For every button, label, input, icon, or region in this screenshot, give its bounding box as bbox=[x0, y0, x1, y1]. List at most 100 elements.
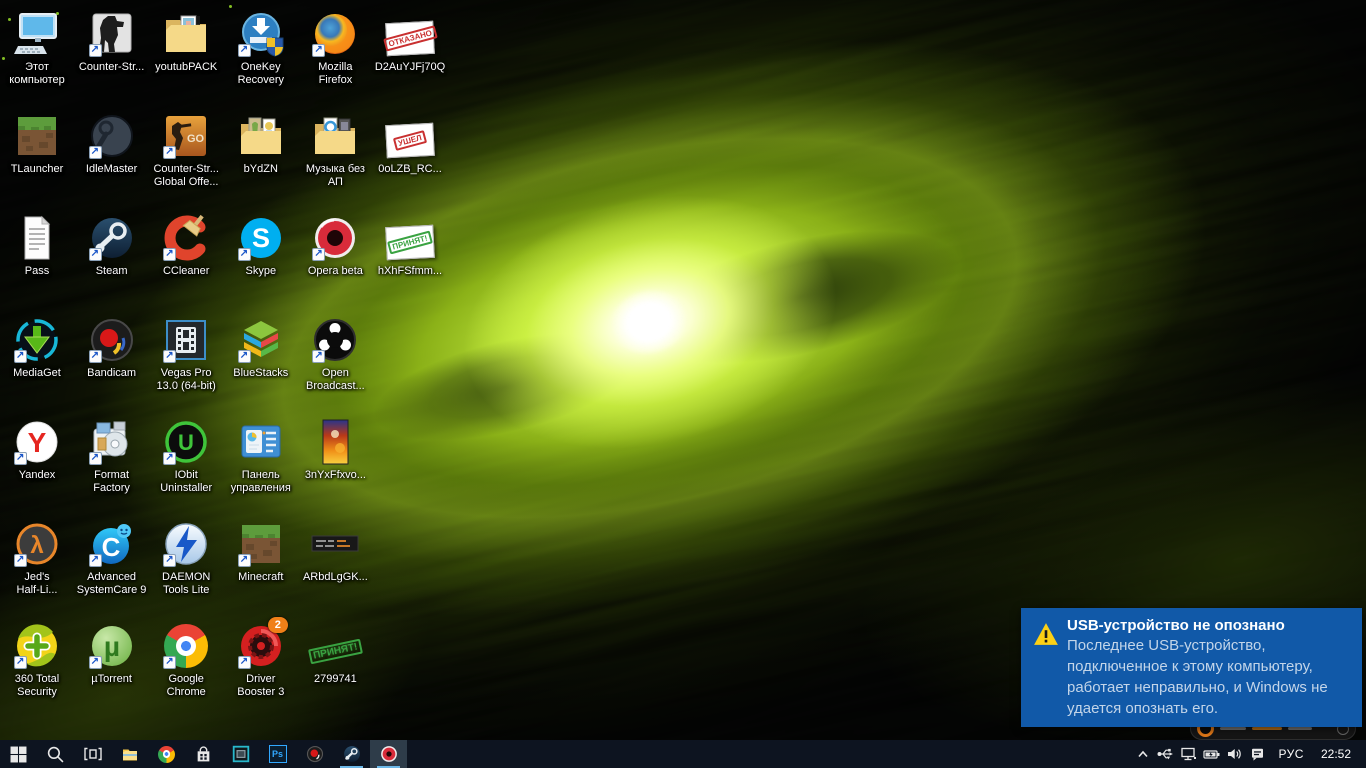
chrome-icon bbox=[162, 622, 210, 670]
desktop-icon-obs[interactable]: Open Broadcast... bbox=[297, 316, 373, 393]
svg-text:Y: Y bbox=[28, 427, 47, 458]
desktop-icon-bandicam[interactable]: Bandicam bbox=[74, 316, 150, 380]
desktop-icon-d2auyjfj70q[interactable]: ОТКАЗАНОD2AuYJFj70Q bbox=[372, 10, 448, 74]
volume-icon[interactable] bbox=[1223, 740, 1246, 768]
usb-device-icon[interactable] bbox=[1154, 740, 1177, 768]
driverbooster-icon: 2 bbox=[237, 622, 285, 670]
toast-title: USB-устройство не опознано bbox=[1067, 617, 1328, 634]
taskbar-task-view-button[interactable] bbox=[74, 740, 111, 768]
desktop-icon-opera-beta[interactable]: Opera beta bbox=[297, 214, 373, 278]
taskbar-photoshop-button[interactable]: Ps bbox=[259, 740, 296, 768]
desktop-icon-label: Minecraft bbox=[223, 571, 299, 584]
desktop-icon-steam[interactable]: Steam bbox=[74, 214, 150, 278]
network-icon[interactable] bbox=[1177, 740, 1200, 768]
csgo-icon: GO bbox=[162, 112, 210, 160]
desktop-icon-tlauncher[interactable]: TLauncher bbox=[0, 112, 75, 176]
taskbar-start-button[interactable] bbox=[0, 740, 37, 768]
shortcut-arrow-icon bbox=[89, 248, 102, 261]
cs16-icon bbox=[88, 10, 136, 58]
idlemaster-icon bbox=[88, 112, 136, 160]
shortcut-arrow-icon bbox=[89, 350, 102, 363]
taskbar-chrome-button[interactable] bbox=[148, 740, 185, 768]
taskbar-movies-tv-button[interactable] bbox=[222, 740, 259, 768]
desktop-icon-3nyxffxvo[interactable]: 3nYxFfxvo... bbox=[297, 418, 373, 482]
desktop-icon-minecraft[interactable]: Minecraft bbox=[223, 520, 299, 584]
desktop-icon-csgo[interactable]: GO Counter-Str... Global Offe... bbox=[148, 112, 224, 189]
desktop-icon-mozilla-firefox[interactable]: Mozilla Firefox bbox=[297, 10, 373, 87]
svg-text:U: U bbox=[178, 430, 194, 455]
desktop-icon-onekey-recovery[interactable]: OneKey Recovery bbox=[223, 10, 299, 87]
desktop-icon-label: Open Broadcast... bbox=[297, 367, 373, 393]
desktop-icon-idlemaster[interactable]: IdleMaster bbox=[74, 112, 150, 176]
desktop-icon-iobit-uninstaller[interactable]: U IObit Uninstaller bbox=[148, 418, 224, 495]
desktop-icon-label: BlueStacks bbox=[223, 367, 299, 380]
taskbar: Ps bbox=[0, 740, 1366, 768]
desktop-icon-label: CCleaner bbox=[148, 265, 224, 278]
taskbar-steam-button[interactable] bbox=[333, 740, 370, 768]
desktop-icon-bydzn[interactable]: bYdZN bbox=[223, 112, 299, 176]
shortcut-arrow-icon bbox=[163, 554, 176, 567]
taskbar-file-explorer-button[interactable] bbox=[111, 740, 148, 768]
desktop-icon-label: 0oLZB_RC... bbox=[372, 163, 448, 176]
desktop-icon-label: Vegas Pro 13.0 (64-bit) bbox=[148, 367, 224, 393]
desktop-icon-arbdlggk[interactable]: ARbdLgGK... bbox=[297, 520, 373, 584]
desktop-icon-hxhfsfmm[interactable]: ПРИНЯТ!hXhFSfmm... bbox=[372, 214, 448, 278]
desktop-icon-label: Панель управления bbox=[223, 469, 299, 495]
shortcut-arrow-icon bbox=[238, 248, 251, 261]
desktop-icon-utorrent[interactable]: µ µTorrent bbox=[74, 622, 150, 686]
desktop-icon-control-panel[interactable]: Панель управления bbox=[223, 418, 299, 495]
shortcut-arrow-icon bbox=[89, 554, 102, 567]
desktop-icon-2799741[interactable]: ПРИНЯТ!2799741 bbox=[297, 622, 373, 686]
desktop-icon-label: Counter-Str... Global Offe... bbox=[148, 163, 224, 189]
shortcut-arrow-icon bbox=[238, 350, 251, 363]
desktop-icon-label: IObit Uninstaller bbox=[148, 469, 224, 495]
shortcut-arrow-icon bbox=[312, 248, 325, 261]
desktop-icon-0olzb-rc[interactable]: УШЕЛ0oLZB_RC... bbox=[372, 112, 448, 176]
ts360-icon bbox=[13, 622, 61, 670]
shortcut-arrow-icon bbox=[14, 350, 27, 363]
taskbar-store-button[interactable] bbox=[185, 740, 222, 768]
onekey-icon bbox=[237, 10, 285, 58]
desktop-icon-daemon-tools[interactable]: DAEMON Tools Lite bbox=[148, 520, 224, 597]
desktop-icon-vegas-pro[interactable]: Vegas Pro 13.0 (64-bit) bbox=[148, 316, 224, 393]
thumb-fire-icon bbox=[311, 418, 359, 466]
desktop-icon-muzyka-bez-ap[interactable]: Музыка без АП bbox=[297, 112, 373, 189]
toast-body: Последнее USB-устройство, подключенное к… bbox=[1067, 635, 1328, 719]
desktop-icon-label: hXhFSfmm... bbox=[372, 265, 448, 278]
usb-toast-notification[interactable]: USB-устройство не опознано Последнее USB… bbox=[1021, 608, 1362, 727]
shortcut-arrow-icon bbox=[163, 146, 176, 159]
desktop-icon-counter-strike[interactable]: Counter-Str... bbox=[74, 10, 150, 74]
hidden-icons-chevron-icon[interactable] bbox=[1131, 740, 1154, 768]
language-indicator[interactable]: РУС bbox=[1269, 747, 1313, 761]
desktop-icon-google-chrome[interactable]: Google Chrome bbox=[148, 622, 224, 699]
desktop-icon-label: Steam bbox=[74, 265, 150, 278]
yandex-icon: Y bbox=[13, 418, 61, 466]
desktop-icon-pass[interactable]: Pass bbox=[0, 214, 75, 278]
svg-text:S: S bbox=[252, 223, 270, 253]
desktop-icon-mediaget[interactable]: MediaGet bbox=[0, 316, 75, 380]
desktop-icon-format-factory[interactable]: Format Factory bbox=[74, 418, 150, 495]
obs-icon bbox=[311, 316, 359, 364]
taskbar-bandicam-button[interactable] bbox=[296, 740, 333, 768]
desktop-icon-yandex[interactable]: Y Yandex bbox=[0, 418, 75, 482]
action-center-icon[interactable] bbox=[1246, 740, 1269, 768]
desktop-icon-360-total-security[interactable]: 360 Total Security bbox=[0, 622, 75, 699]
desktop-icon-ccleaner[interactable]: CCleaner bbox=[148, 214, 224, 278]
desktop-icon-this-pc[interactable]: Этот компьютер bbox=[0, 10, 75, 87]
battery-icon[interactable] bbox=[1200, 740, 1223, 768]
opera-icon bbox=[311, 214, 359, 262]
desktop-icon-driver-booster[interactable]: 2Driver Booster 3 bbox=[223, 622, 299, 699]
desktop-icon-half-life[interactable]: λ Jed's Half-Li... bbox=[0, 520, 75, 597]
taskbar-opera-beta-button[interactable] bbox=[370, 740, 407, 768]
desktop-icon-bluestacks[interactable]: BlueStacks bbox=[223, 316, 299, 380]
desktop-icon-skype[interactable]: S Skype bbox=[223, 214, 299, 278]
desktop-icon-youtubpack[interactable]: youtubPACK bbox=[148, 10, 224, 74]
desktop-icon-label: Advanced SystemCare 9 bbox=[74, 571, 150, 597]
stamp-green-bare-icon: ПРИНЯТ! bbox=[311, 622, 359, 670]
taskbar-search-button[interactable] bbox=[37, 740, 74, 768]
shortcut-arrow-icon bbox=[163, 350, 176, 363]
shortcut-arrow-icon bbox=[238, 554, 251, 567]
desktop-icon-label: Музыка без АП bbox=[297, 163, 373, 189]
desktop-icon-advanced-systemcare[interactable]: C Advanced SystemCare 9 bbox=[74, 520, 150, 597]
clock[interactable]: 22:52 bbox=[1313, 747, 1357, 761]
